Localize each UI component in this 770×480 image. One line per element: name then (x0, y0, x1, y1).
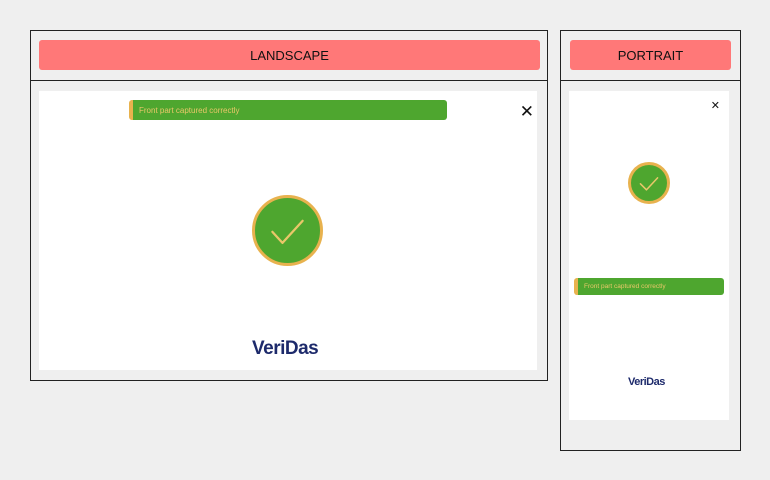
portrait-panel: PORTRAIT ✕ Front part captured correctly… (560, 30, 741, 451)
checkmark-icon (628, 162, 670, 204)
landscape-screen: Front part captured correctly ✕ VeriDas (39, 91, 537, 370)
status-toast: Front part captured correctly (574, 278, 724, 295)
veridas-logo: VeriDas (252, 338, 319, 359)
portrait-header: PORTRAIT (561, 31, 740, 81)
close-icon[interactable]: ✕ (520, 103, 534, 120)
landscape-panel: LANDSCAPE Front part captured correctly … (30, 30, 548, 381)
veridas-logo: VeriDas (628, 376, 665, 388)
checkmark-icon (252, 195, 323, 266)
portrait-label-button[interactable]: PORTRAIT (570, 40, 731, 70)
portrait-screen: ✕ Front part captured correctly VeriDas (569, 91, 729, 420)
landscape-label-button[interactable]: LANDSCAPE (39, 40, 540, 70)
close-icon[interactable]: ✕ (711, 101, 720, 112)
status-toast: Front part captured correctly (129, 100, 447, 120)
landscape-header: LANDSCAPE (31, 31, 547, 81)
